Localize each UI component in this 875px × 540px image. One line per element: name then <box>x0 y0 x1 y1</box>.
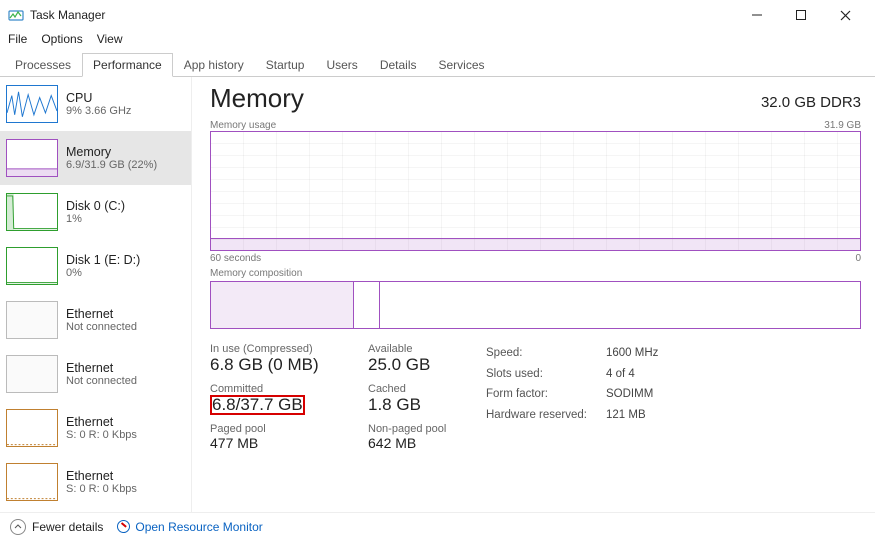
sidebar-item-label: Ethernet <box>66 415 137 429</box>
disk-thumb-icon <box>6 193 58 231</box>
sidebar-item-memory[interactable]: Memory 6.9/31.9 GB (22%) <box>0 131 191 185</box>
comp-seg-in-use <box>211 282 354 328</box>
sidebar-item-sub: 9% 3.66 GHz <box>66 105 131 117</box>
usage-chart-ymax: 31.9 GB <box>824 120 861 131</box>
memory-usage-chart <box>210 131 861 251</box>
speed-value: 1600 MHz <box>606 343 658 364</box>
comp-seg-modified <box>354 282 380 328</box>
nonpaged-label: Non-paged pool <box>368 423 458 435</box>
window-title: Task Manager <box>30 8 105 22</box>
performance-sidebar: CPU 9% 3.66 GHz Memory 6.9/31.9 GB (22%)… <box>0 77 192 512</box>
usage-fill <box>211 238 860 250</box>
ethernet-thumb-icon <box>6 301 58 339</box>
in-use-value: 6.8 GB (0 MB) <box>210 355 340 375</box>
ethernet-thumb-icon <box>6 409 58 447</box>
tab-processes[interactable]: Processes <box>4 53 82 77</box>
sidebar-item-sub: Not connected <box>66 375 137 387</box>
footer-bar: Fewer details Open Resource Monitor <box>0 512 875 540</box>
available-label: Available <box>368 343 458 355</box>
sidebar-item-label: Ethernet <box>66 469 137 483</box>
resource-monitor-icon <box>117 520 130 533</box>
sidebar-item-cpu[interactable]: CPU 9% 3.66 GHz <box>0 77 191 131</box>
total-memory: 32.0 GB DDR3 <box>761 94 861 111</box>
sidebar-item-label: CPU <box>66 91 131 105</box>
committed-value: 6.8/37.7 GB <box>210 395 305 415</box>
open-resource-monitor-link[interactable]: Open Resource Monitor <box>117 520 262 534</box>
fewer-details-button[interactable]: Fewer details <box>10 519 103 535</box>
disk-thumb-icon <box>6 247 58 285</box>
in-use-label: In use (Compressed) <box>210 343 340 355</box>
sidebar-item-ethernet-1[interactable]: Ethernet Not connected <box>0 347 191 401</box>
form-value: SODIMM <box>606 384 653 405</box>
fewer-details-label: Fewer details <box>32 520 103 534</box>
memory-stats: In use (Compressed) 6.8 GB (0 MB) Commit… <box>210 343 861 459</box>
tab-performance[interactable]: Performance <box>82 53 173 77</box>
page-title: Memory <box>210 83 304 114</box>
menu-view[interactable]: View <box>97 32 123 46</box>
sidebar-item-sub: 1% <box>66 213 125 225</box>
sidebar-item-label: Memory <box>66 145 157 159</box>
cpu-thumb-icon <box>6 85 58 123</box>
tab-services[interactable]: Services <box>428 53 496 77</box>
slots-value: 4 of 4 <box>606 364 635 385</box>
sidebar-item-ethernet-2[interactable]: Ethernet S: 0 R: 0 Kbps <box>0 401 191 455</box>
tab-app-history[interactable]: App history <box>173 53 255 77</box>
hwres-label: Hardware reserved: <box>486 405 596 426</box>
ethernet-thumb-icon <box>6 355 58 393</box>
committed-label: Committed <box>210 383 340 395</box>
comp-seg-free <box>380 282 860 328</box>
sidebar-item-disk0[interactable]: Disk 0 (C:) 1% <box>0 185 191 239</box>
chevron-up-icon <box>10 519 26 535</box>
ethernet-thumb-icon <box>6 463 58 501</box>
sidebar-item-sub: S: 0 R: 0 Kbps <box>66 429 137 441</box>
composition-label: Memory composition <box>210 268 302 279</box>
nonpaged-value: 642 MB <box>368 435 458 451</box>
menu-options[interactable]: Options <box>41 32 82 46</box>
sidebar-item-label: Ethernet <box>66 307 137 321</box>
cached-label: Cached <box>368 383 458 395</box>
sidebar-item-sub: Not connected <box>66 321 137 333</box>
paged-label: Paged pool <box>210 423 340 435</box>
minimize-button[interactable] <box>735 1 779 29</box>
title-bar: Task Manager <box>0 0 875 30</box>
usage-chart-xmax: 60 seconds <box>210 253 261 264</box>
hwres-value: 121 MB <box>606 405 646 426</box>
memory-thumb-icon <box>6 139 58 177</box>
speed-label: Speed: <box>486 343 596 364</box>
form-label: Form factor: <box>486 384 596 405</box>
app-icon <box>8 7 24 23</box>
sidebar-item-sub: 6.9/31.9 GB (22%) <box>66 159 157 171</box>
paged-value: 477 MB <box>210 435 340 451</box>
available-value: 25.0 GB <box>368 355 458 375</box>
sidebar-item-sub: 0% <box>66 267 140 279</box>
sidebar-item-label: Disk 0 (C:) <box>66 199 125 213</box>
maximize-button[interactable] <box>779 1 823 29</box>
close-button[interactable] <box>823 1 867 29</box>
memory-composition-chart <box>210 281 861 329</box>
sidebar-item-label: Disk 1 (E: D:) <box>66 253 140 267</box>
sidebar-item-ethernet-0[interactable]: Ethernet Not connected <box>0 293 191 347</box>
tab-users[interactable]: Users <box>315 53 368 77</box>
tab-details[interactable]: Details <box>369 53 428 77</box>
usage-chart-label: Memory usage <box>210 120 276 131</box>
sidebar-item-label: Ethernet <box>66 361 137 375</box>
sidebar-item-disk1[interactable]: Disk 1 (E: D:) 0% <box>0 239 191 293</box>
usage-chart-xzero: 0 <box>855 253 861 264</box>
open-resource-monitor-label: Open Resource Monitor <box>135 520 262 534</box>
tab-startup[interactable]: Startup <box>255 53 316 77</box>
window-controls <box>735 1 867 29</box>
performance-pane: Memory 32.0 GB DDR3 Memory usage 31.9 GB… <box>192 77 875 512</box>
slots-label: Slots used: <box>486 364 596 385</box>
cached-value: 1.8 GB <box>368 395 458 415</box>
sidebar-item-sub: S: 0 R: 0 Kbps <box>66 483 137 495</box>
menu-file[interactable]: File <box>8 32 27 46</box>
tab-strip: Processes Performance App history Startu… <box>0 52 875 77</box>
sidebar-item-ethernet-3[interactable]: Ethernet S: 0 R: 0 Kbps <box>0 455 191 509</box>
menu-bar: File Options View <box>0 30 875 52</box>
